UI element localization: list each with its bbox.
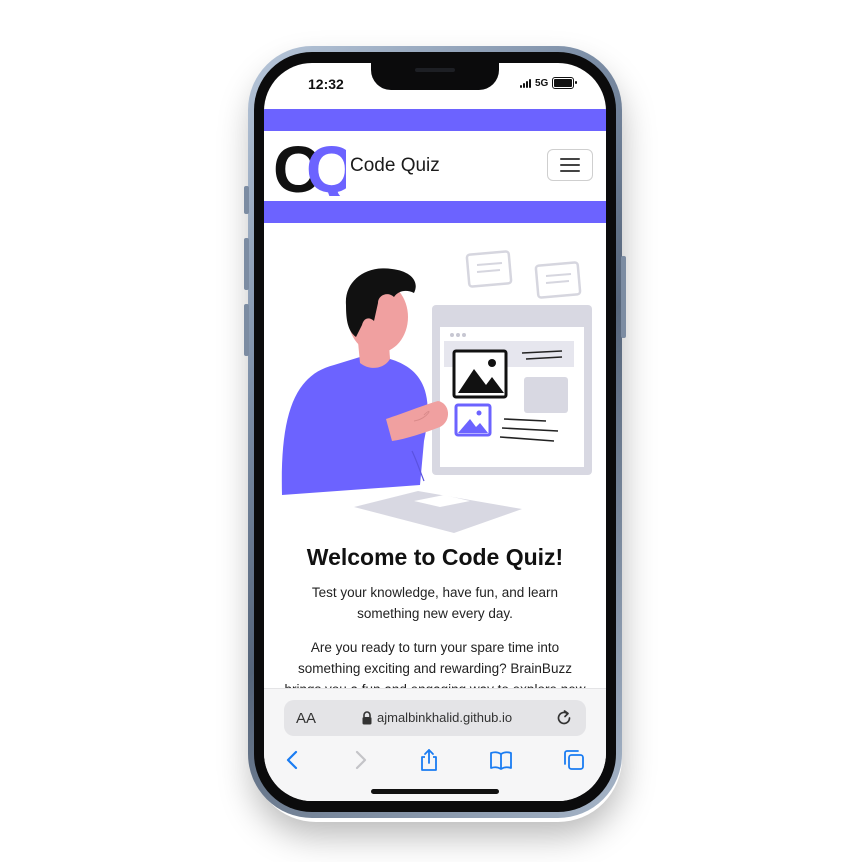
brand-name[interactable]: Code Quiz bbox=[350, 155, 440, 177]
navbar-toggler-button[interactable] bbox=[547, 149, 593, 181]
code-quiz-logo[interactable]: C Q bbox=[274, 138, 346, 196]
navbar-top-border bbox=[264, 109, 606, 131]
bookmarks-icon[interactable] bbox=[489, 748, 513, 772]
browser-toolbar: AA ajmalbinkhalid.github.io bbox=[264, 688, 606, 801]
hero-illustration bbox=[281, 250, 592, 533]
signal-icon bbox=[520, 78, 531, 88]
svg-text:Q: Q bbox=[306, 138, 346, 196]
url-text: ajmalbinkhalid.github.io bbox=[377, 710, 513, 725]
phone-screen: 12:32 5G C Q Code Quiz Welcome to Code Q… bbox=[264, 63, 606, 801]
hamburger-line bbox=[560, 164, 580, 166]
reload-icon[interactable] bbox=[555, 709, 573, 727]
status-time: 12:32 bbox=[308, 76, 344, 92]
back-icon[interactable] bbox=[281, 748, 305, 772]
address-bar[interactable]: AA ajmalbinkhalid.github.io bbox=[284, 700, 586, 736]
status-indicators: 5G bbox=[520, 77, 578, 89]
forward-icon[interactable] bbox=[348, 748, 372, 772]
home-indicator[interactable] bbox=[371, 789, 499, 794]
battery-icon bbox=[552, 77, 578, 89]
hamburger-menu-icon bbox=[560, 158, 580, 160]
text-size-button[interactable]: AA bbox=[296, 710, 316, 727]
silent-switch bbox=[244, 186, 249, 214]
share-icon[interactable] bbox=[417, 748, 441, 772]
volume-down-button bbox=[244, 304, 249, 356]
navbar-bottom-border bbox=[264, 201, 606, 223]
navbar: C Q Code Quiz bbox=[264, 131, 606, 201]
power-button bbox=[621, 256, 626, 338]
notch bbox=[371, 63, 499, 90]
tabs-icon[interactable] bbox=[562, 748, 586, 772]
volume-up-button bbox=[244, 238, 249, 290]
page-title: Welcome to Code Quiz! bbox=[306, 544, 564, 570]
network-label: 5G bbox=[535, 77, 549, 89]
lock-icon bbox=[362, 711, 372, 725]
hero-subtitle: Test your knowledge, have fun, and learn… bbox=[311, 585, 559, 621]
hamburger-line bbox=[560, 170, 580, 172]
